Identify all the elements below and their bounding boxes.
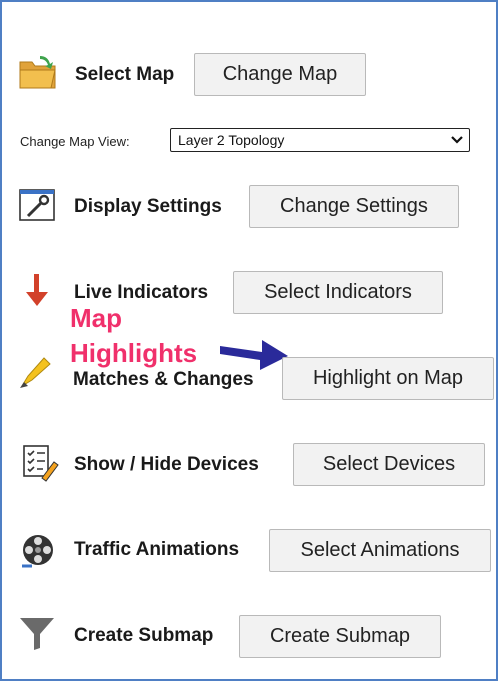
display-settings-label: Display Settings	[74, 196, 222, 217]
chevron-down-icon	[451, 136, 463, 144]
change-settings-button[interactable]: Change Settings	[249, 185, 459, 228]
matches-changes-label: Matches & Changes	[73, 369, 254, 390]
red-down-arrow-icon	[22, 270, 62, 310]
folder-icon	[18, 52, 58, 92]
highlight-on-map-button[interactable]: Highlight on Map	[282, 357, 494, 400]
select-animations-button[interactable]: Select Animations	[269, 529, 491, 572]
annotation-highlights: Highlights	[70, 338, 198, 368]
create-submap-label: Create Submap	[74, 625, 214, 646]
create-submap-button[interactable]: Create Submap	[239, 615, 441, 658]
checklist-icon	[20, 442, 60, 482]
change-map-view-label: Change Map View:	[20, 134, 130, 149]
settings-wrench-icon	[18, 186, 58, 226]
highlighter-icon	[16, 352, 56, 392]
select-devices-button[interactable]: Select Devices	[293, 443, 485, 486]
select-map-label: Select Map	[75, 64, 175, 85]
live-indicators-label: Live Indicators	[74, 282, 209, 303]
annotation-map: Map	[70, 303, 122, 333]
annotation-arrow-icon	[220, 340, 288, 370]
traffic-animations-label: Traffic Animations	[74, 539, 240, 560]
map-view-select[interactable]: Layer 2 Topology	[170, 128, 470, 152]
select-indicators-button[interactable]: Select Indicators	[233, 271, 443, 314]
funnel-icon	[18, 614, 58, 654]
film-reel-icon	[18, 530, 58, 570]
map-view-selected-value: Layer 2 Topology	[178, 132, 285, 148]
change-map-button[interactable]: Change Map	[194, 53, 366, 96]
show-hide-devices-label: Show / Hide Devices	[74, 454, 259, 475]
